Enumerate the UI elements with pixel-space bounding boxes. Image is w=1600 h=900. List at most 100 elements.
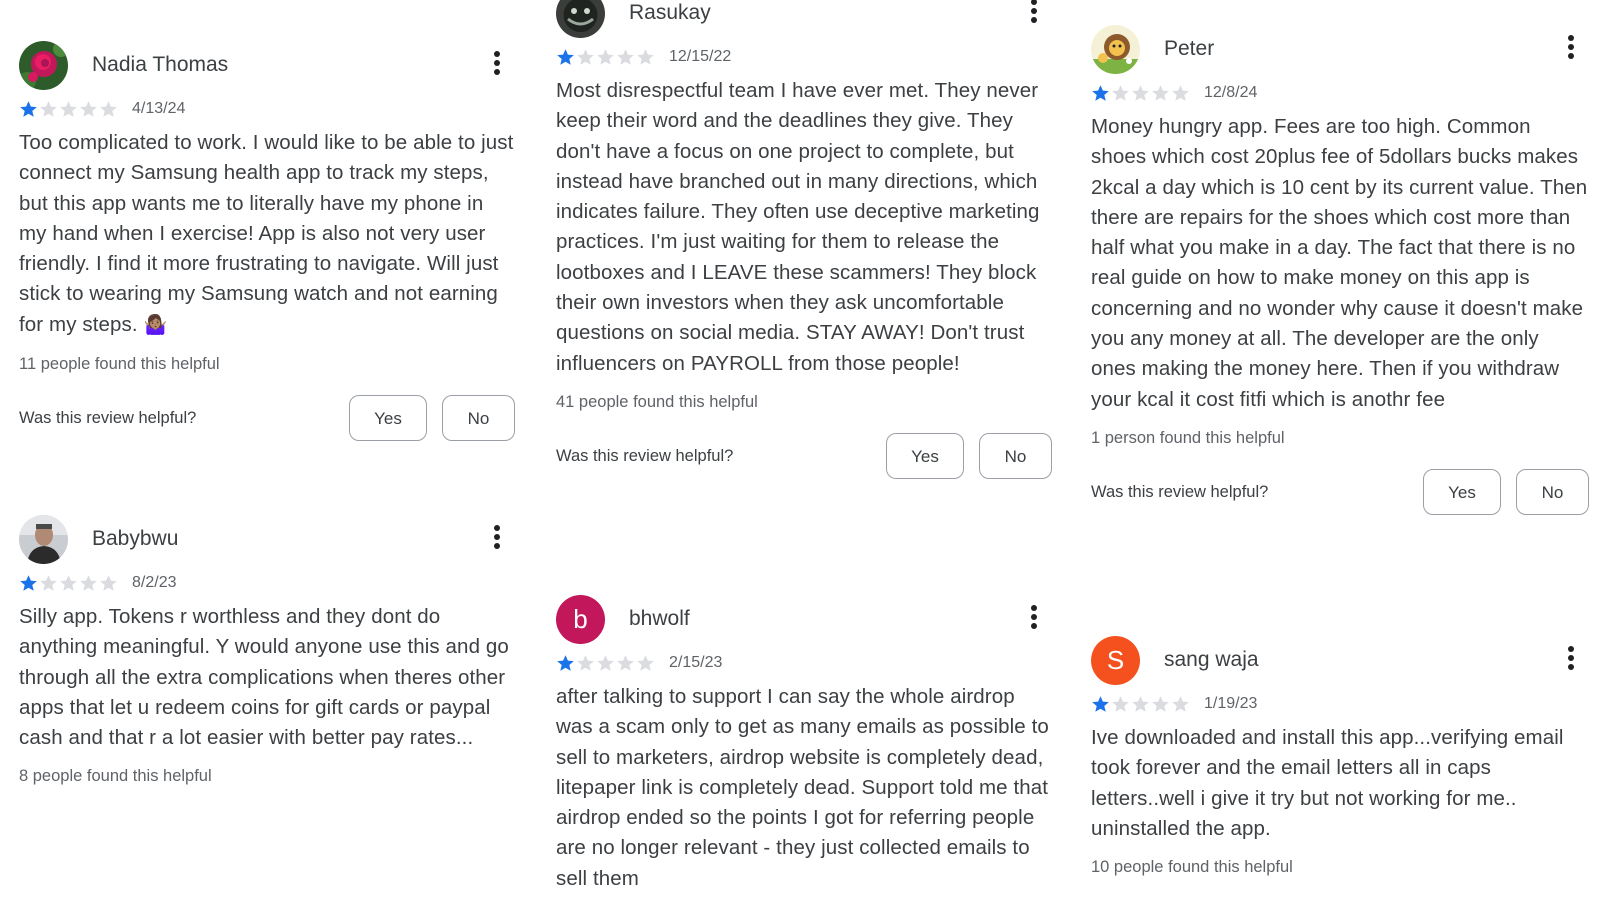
star-rating bbox=[19, 574, 119, 592]
star-rating bbox=[19, 100, 119, 118]
star-empty-icon bbox=[80, 101, 97, 117]
star-rating bbox=[556, 48, 656, 66]
star-empty-icon bbox=[597, 49, 614, 65]
star-filled-icon bbox=[20, 575, 37, 591]
avatar[interactable] bbox=[556, 0, 605, 38]
helpful-count: 10 people found this helpful bbox=[1091, 858, 1293, 877]
star-empty-icon bbox=[40, 101, 57, 117]
review-card: b bhwolf 2/15/23 after talking to suppor… bbox=[556, 595, 1052, 894]
helpful-feedback: Was this review helpful? Yes No bbox=[556, 432, 1052, 481]
no-button[interactable]: No bbox=[979, 432, 1052, 479]
avatar-letter: b bbox=[573, 604, 588, 634]
reviewer-name: Peter bbox=[1164, 37, 1215, 60]
review-header: Babybwu bbox=[19, 515, 515, 565]
avatar[interactable]: b bbox=[556, 595, 605, 644]
no-button[interactable]: No bbox=[442, 395, 515, 442]
shrug-emoji: 🤷🏽‍♀️ bbox=[143, 314, 168, 336]
rating-row: 1/19/23 bbox=[1091, 693, 1589, 715]
star-empty-icon bbox=[1172, 696, 1189, 712]
helpful-feedback: Was this review helpful? Yes No bbox=[1091, 468, 1589, 517]
star-filled-icon bbox=[557, 655, 574, 671]
star-rating bbox=[1091, 695, 1191, 713]
star-empty-icon bbox=[577, 49, 594, 65]
review-date: 2/15/23 bbox=[669, 654, 723, 671]
review-card: Babybwu 8/2/23 Silly app. Tokens r worth… bbox=[19, 515, 515, 786]
helpful-feedback: Was this review helpful? Yes No bbox=[19, 395, 515, 443]
star-filled-icon bbox=[1092, 696, 1109, 712]
avatar[interactable] bbox=[19, 515, 68, 564]
reviewer-name: sang waja bbox=[1164, 648, 1259, 671]
rating-row: 12/8/24 bbox=[1091, 82, 1589, 104]
helpful-count: 8 people found this helpful bbox=[19, 767, 212, 786]
yes-button[interactable]: Yes bbox=[886, 432, 964, 479]
reviewer-name: Nadia Thomas bbox=[92, 53, 229, 76]
star-empty-icon bbox=[1132, 85, 1149, 101]
star-rating bbox=[1091, 84, 1191, 102]
star-empty-icon bbox=[60, 101, 77, 117]
star-empty-icon bbox=[617, 49, 634, 65]
star-empty-icon bbox=[1152, 696, 1169, 712]
helpful-question: Was this review helpful? bbox=[556, 446, 734, 465]
review-date: 4/13/24 bbox=[132, 100, 186, 117]
star-empty-icon bbox=[1172, 85, 1189, 101]
avatar[interactable] bbox=[19, 41, 68, 90]
star-rating bbox=[556, 654, 656, 672]
review-card: Peter 12/8/24 Money hungry app. Fees are… bbox=[1091, 25, 1589, 517]
more-options-icon[interactable] bbox=[489, 51, 505, 81]
review-header: S sang waja bbox=[1091, 636, 1589, 686]
more-options-icon[interactable] bbox=[1026, 0, 1042, 29]
rose-photo-icon bbox=[19, 41, 68, 90]
more-options-icon[interactable] bbox=[1563, 646, 1579, 676]
star-filled-icon bbox=[1092, 85, 1109, 101]
review-card: Rasukay 12/15/22 Most disrespectful team… bbox=[556, 0, 1052, 481]
review-card: Nadia Thomas 4/13/24 Too complicated to … bbox=[19, 41, 515, 443]
avatar-letter: S bbox=[1106, 645, 1125, 675]
review-date: 1/19/23 bbox=[1204, 695, 1258, 712]
rating-row: 2/15/23 bbox=[556, 652, 1052, 674]
star-empty-icon bbox=[637, 49, 654, 65]
rating-row: 12/15/22 bbox=[556, 46, 1052, 68]
helpful-count: 41 people found this helpful bbox=[556, 392, 758, 411]
star-empty-icon bbox=[597, 655, 614, 671]
review-header: Nadia Thomas bbox=[19, 41, 515, 91]
star-empty-icon bbox=[1112, 696, 1129, 712]
person-photo-icon bbox=[19, 515, 68, 564]
review-text: Most disrespectful team I have ever met.… bbox=[556, 79, 1040, 375]
review-text: Money hungry app. Fees are too high. Com… bbox=[1091, 115, 1588, 411]
review-header: Rasukay bbox=[556, 0, 1052, 39]
star-empty-icon bbox=[1112, 85, 1129, 101]
more-options-icon[interactable] bbox=[1563, 35, 1579, 65]
lion-cartoon-icon bbox=[1091, 25, 1140, 74]
avatar[interactable] bbox=[1091, 25, 1140, 74]
yes-button[interactable]: Yes bbox=[349, 395, 427, 442]
star-empty-icon bbox=[1152, 85, 1169, 101]
review-date: 8/2/23 bbox=[132, 574, 177, 591]
avatar[interactable]: S bbox=[1091, 636, 1140, 685]
star-empty-icon bbox=[100, 101, 117, 117]
review-column-3: Peter 12/8/24 Money hungry app. Fees are… bbox=[1091, 0, 1589, 900]
review-column-2: Rasukay 12/15/22 Most disrespectful team… bbox=[556, 0, 1052, 900]
star-empty-icon bbox=[100, 575, 117, 591]
star-empty-icon bbox=[1132, 696, 1149, 712]
review-header: b bhwolf bbox=[556, 595, 1052, 645]
yes-button[interactable]: Yes bbox=[1423, 468, 1501, 515]
no-button[interactable]: No bbox=[1516, 468, 1589, 515]
star-empty-icon bbox=[637, 655, 654, 671]
star-filled-icon bbox=[20, 101, 37, 117]
mask-photo-icon bbox=[556, 0, 605, 38]
star-empty-icon bbox=[80, 575, 97, 591]
helpful-count: 1 person found this helpful bbox=[1091, 428, 1285, 447]
reviewer-name: Rasukay bbox=[629, 1, 711, 24]
review-header: Peter bbox=[1091, 25, 1589, 75]
review-text: Silly app. Tokens r worthless and they d… bbox=[19, 605, 509, 750]
helpful-count: 11 people found this helpful bbox=[19, 355, 220, 374]
more-options-icon[interactable] bbox=[489, 525, 505, 555]
review-column-1: Nadia Thomas 4/13/24 Too complicated to … bbox=[19, 0, 515, 900]
star-empty-icon bbox=[577, 655, 594, 671]
reviewer-name: Babybwu bbox=[92, 527, 179, 550]
star-filled-icon bbox=[557, 49, 574, 65]
helpful-question: Was this review helpful? bbox=[19, 409, 197, 428]
review-date: 12/8/24 bbox=[1204, 84, 1258, 101]
more-options-icon[interactable] bbox=[1026, 605, 1042, 635]
rating-row: 4/13/24 bbox=[19, 98, 515, 120]
